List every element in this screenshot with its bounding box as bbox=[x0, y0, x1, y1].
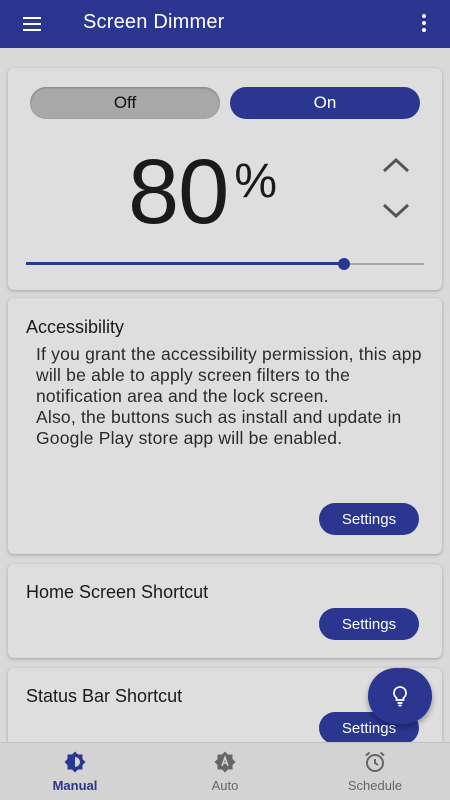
dim-level-unit: % bbox=[234, 155, 278, 208]
app-title: Screen Dimmer bbox=[83, 11, 225, 33]
slider-fill bbox=[26, 262, 345, 265]
overflow-menu-button[interactable] bbox=[412, 11, 436, 35]
more-vert-icon bbox=[422, 14, 426, 32]
on-toggle-button[interactable]: On bbox=[230, 87, 420, 119]
hamburger-menu-icon bbox=[23, 17, 41, 31]
nav-manual-label: Manual bbox=[52, 778, 98, 793]
increase-button[interactable] bbox=[380, 153, 412, 177]
nav-manual[interactable]: Manual bbox=[0, 743, 150, 800]
lightbulb-fab[interactable] bbox=[368, 668, 432, 724]
chevron-down-icon bbox=[382, 203, 410, 219]
home-shortcut-title: Home Screen Shortcut bbox=[26, 582, 209, 602]
chevron-up-icon bbox=[382, 157, 410, 173]
nav-auto-label: Auto bbox=[211, 778, 239, 793]
app-bar: Screen Dimmer bbox=[0, 0, 450, 48]
nav-auto[interactable]: Auto bbox=[150, 743, 300, 800]
home-shortcut-card: Home Screen Shortcut Settings bbox=[8, 564, 442, 658]
lightbulb-icon bbox=[393, 686, 407, 707]
status-shortcut-title: Status Bar Shortcut bbox=[26, 686, 183, 706]
decrease-button[interactable] bbox=[380, 199, 412, 223]
slider-thumb[interactable] bbox=[338, 258, 351, 270]
bottom-navigation: Manual Auto Schedule bbox=[0, 742, 450, 800]
dim-level-slider[interactable] bbox=[26, 254, 424, 274]
auto-brightness-icon bbox=[214, 751, 236, 773]
nav-schedule[interactable]: Schedule bbox=[300, 743, 450, 800]
alarm-clock-icon bbox=[365, 751, 385, 772]
nav-schedule-label: Schedule bbox=[347, 778, 403, 793]
dim-level-value: 80 bbox=[128, 141, 229, 243]
dimmer-card: Off On 80 % bbox=[8, 68, 442, 290]
home-shortcut-settings-button[interactable]: Settings bbox=[319, 608, 419, 640]
accessibility-card: Accessibility If you grant the accessibi… bbox=[8, 298, 442, 554]
off-toggle-button[interactable]: Off bbox=[30, 87, 220, 119]
brightness-icon bbox=[64, 751, 86, 773]
menu-button[interactable] bbox=[0, 0, 64, 48]
accessibility-settings-button[interactable]: Settings bbox=[319, 503, 419, 535]
dim-level-display: 80 % bbox=[128, 138, 328, 238]
accessibility-description: If you grant the accessibility permissio… bbox=[36, 344, 422, 448]
accessibility-title: Accessibility bbox=[26, 317, 125, 337]
